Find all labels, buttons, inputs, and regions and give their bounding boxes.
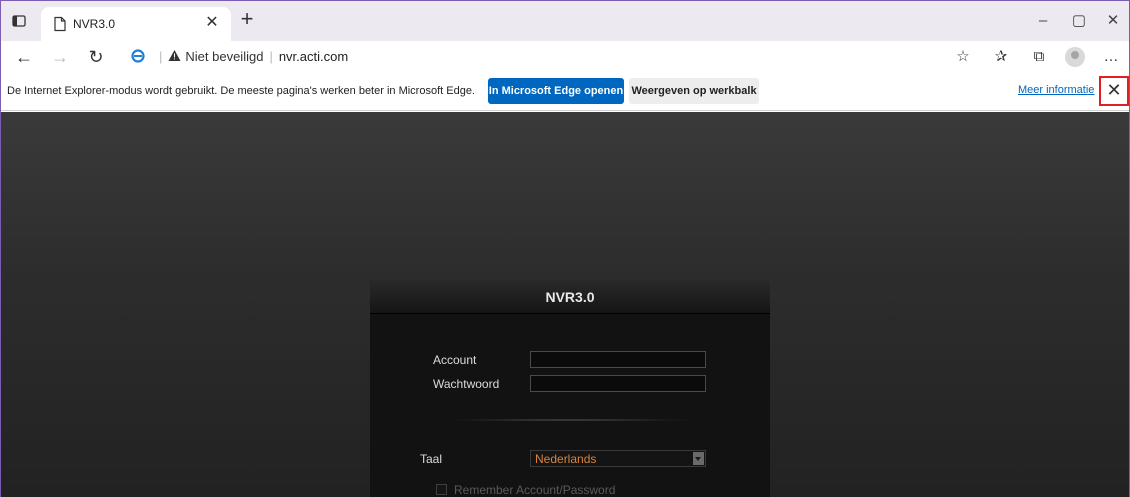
window-close-icon[interactable]: ✕ (1103, 11, 1123, 31)
password-label: Wachtwoord (433, 377, 500, 391)
login-panel: NVR3.0 Account Wachtwoord Taal Nederland… (370, 280, 770, 497)
refresh-icon[interactable]: ↻ (85, 46, 107, 68)
tab-title: NVR3.0 (73, 17, 116, 31)
page-content: NVR3.0 Account Wachtwoord Taal Nederland… (1, 112, 1129, 497)
url-text: nvr.acti.com (278, 49, 349, 64)
collections-icon[interactable]: ⧉ (1029, 47, 1049, 67)
infobar-close-icon[interactable]: ✕ (1099, 76, 1129, 106)
warning-icon (168, 47, 181, 61)
divider (450, 419, 690, 421)
tab-bar: NVR3.0 ✕ + – ▢ ✕ (1, 1, 1129, 41)
more-options-icon[interactable]: … (1101, 47, 1121, 67)
language-value: Nederlands (535, 452, 597, 466)
account-label: Account (433, 353, 477, 367)
ie-mode-icon[interactable] (131, 48, 145, 63)
url-field[interactable]: | Niet beveiligd | nvr.acti.com (131, 46, 348, 68)
show-in-toolbar-button[interactable]: Weergeven op werkbalk (629, 78, 759, 104)
more-info-link[interactable]: Meer informatie (1018, 84, 1094, 96)
tab-close-icon[interactable]: ✕ (203, 14, 221, 32)
account-input[interactable] (530, 351, 706, 368)
address-bar: ← → ↻ | Niet beveiligd | nvr.acti.com ☆ ✰ … (1, 41, 1129, 73)
minimize-icon[interactable]: – (1033, 11, 1053, 31)
remember-checkbox[interactable] (436, 484, 447, 495)
tab-nvr[interactable]: NVR3.0 ✕ (41, 7, 231, 41)
infobar-message: De Internet Explorer-modus wordt gebruik… (7, 85, 475, 97)
dropdown-arrow-icon[interactable] (693, 452, 704, 465)
new-tab-icon[interactable]: + (236, 8, 258, 31)
favorites-icon[interactable]: ✰ (991, 47, 1011, 67)
login-title: NVR3.0 (545, 289, 595, 305)
maximize-icon[interactable]: ▢ (1069, 11, 1089, 31)
profile-avatar[interactable] (1065, 47, 1085, 67)
language-select[interactable]: Nederlands (530, 450, 706, 467)
language-label: Taal (420, 452, 443, 466)
remember-label[interactable]: Remember Account/Password (454, 483, 615, 497)
tab-actions-icon[interactable] (9, 11, 29, 31)
favorite-add-icon[interactable]: ☆ (953, 47, 973, 67)
page-icon (53, 16, 67, 32)
back-icon[interactable]: ← (13, 46, 35, 68)
password-input[interactable] (530, 375, 706, 392)
open-in-edge-button[interactable]: In Microsoft Edge openen (488, 78, 624, 104)
login-header: NVR3.0 (370, 280, 770, 314)
security-status[interactable]: Niet beveiligd (185, 49, 263, 64)
ie-mode-infobar: De Internet Explorer-modus wordt gebruik… (1, 73, 1129, 111)
forward-icon[interactable]: → (49, 46, 71, 68)
browser-window: NVR3.0 ✕ + – ▢ ✕ ← → ↻ | Niet beveiligd |… (0, 0, 1130, 497)
